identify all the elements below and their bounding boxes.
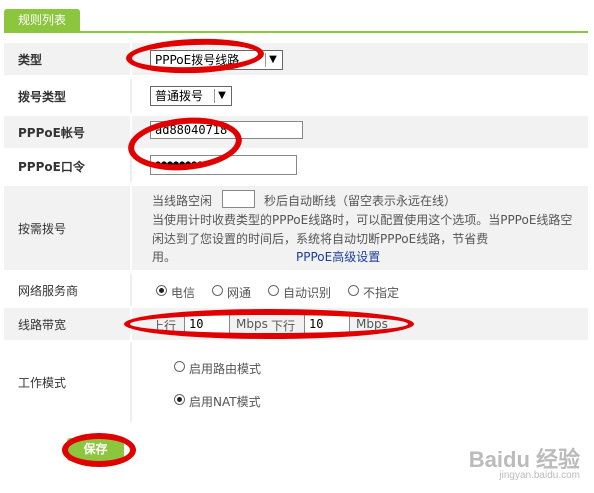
idle-suffix-text: 秒后自动断线（留空表示永远在线） [264, 194, 457, 208]
isp-radio-telecom[interactable] [156, 285, 167, 296]
row-dial-type: 拨号类型 普通拨号 ▼ [4, 79, 588, 113]
row-pppoe-account: PPPoE帐号 ad88040718 [4, 116, 588, 148]
isp-option-label: 不指定 [363, 286, 400, 300]
tab-rule-list[interactable]: 规则列表 [4, 9, 80, 32]
isp-option-label: 自动识别 [283, 286, 332, 300]
isp-label: 网络服务商 [18, 283, 79, 298]
row-divider [130, 116, 132, 148]
row-divider [130, 274, 132, 306]
isp-radio-none[interactable] [348, 285, 359, 296]
row-bandwidth: 线路带宽 上行 10 Mbps 下行 10 Mbps [4, 308, 588, 340]
downstream-label: 下行 [271, 319, 296, 333]
isp-option-label: 电信 [171, 286, 196, 300]
dial-type-label: 拨号类型 [18, 89, 67, 104]
watermark-url: jingyan.baidu.com [499, 470, 580, 481]
row-divider [130, 150, 132, 182]
row-isp: 网络服务商 电信 网通 自动识别 不指定 [4, 274, 588, 306]
row-type: 类型 PPPoE拨号线路 ▼ [4, 43, 588, 75]
idle-seconds-input[interactable] [222, 190, 255, 208]
row-pppoe-password: PPPoE口令 ●●●●●●●● [4, 150, 588, 182]
row-divider [130, 79, 132, 113]
downstream-input[interactable]: 10 [304, 314, 350, 334]
upstream-unit: Mbps [236, 317, 268, 331]
type-select[interactable]: PPPoE拨号线路 ▼ [150, 50, 283, 70]
row-divider [130, 43, 132, 75]
on-demand-desc-line-2: 闲达到了您设置的时间后，系统将自动切断PPPoE线路，节省费 [152, 232, 489, 246]
tab-underline [4, 31, 588, 33]
downstream-unit: Mbps [356, 317, 388, 331]
upstream-input[interactable]: 10 [184, 314, 230, 334]
isp-radio-netcom[interactable] [212, 285, 223, 296]
work-mode-option-label: 启用NAT模式 [189, 395, 261, 409]
isp-radio-auto[interactable] [268, 285, 279, 296]
dial-type-select[interactable]: 普通拨号 ▼ [150, 86, 232, 106]
type-label: 类型 [18, 52, 43, 67]
pppoe-account-label: PPPoE帐号 [18, 125, 85, 140]
pppoe-password-label: PPPoE口令 [18, 159, 85, 174]
idle-prefix-text: 当线路空闲 [152, 194, 213, 208]
isp-option-label: 网通 [227, 286, 252, 300]
row-divider [130, 308, 132, 340]
dial-type-select-value: 普通拨号 [155, 89, 204, 103]
work-mode-label: 工作模式 [18, 375, 67, 390]
pppoe-account-input[interactable]: ad88040718 [150, 121, 303, 139]
on-demand-label: 按需拨号 [18, 221, 67, 236]
on-demand-desc-line-1: 当使用计时收费类型的PPPoE线路时，可以配置使用这个选项。当PPPoE线路空 [152, 213, 573, 227]
chevron-down-icon: ▼ [265, 53, 280, 67]
row-on-demand-dial: 按需拨号 当线路空闲 秒后自动断线（留空表示永远在线） 当使用计时收费类型的PP… [4, 186, 588, 270]
work-mode-option-label: 启用路由模式 [189, 362, 262, 376]
on-demand-desc-line-3: 用。 [152, 250, 177, 264]
pppoe-advanced-settings-link[interactable]: PPPoE高级设置 [296, 248, 380, 265]
type-select-value: PPPoE拨号线路 [155, 53, 240, 67]
save-button[interactable]: 保存 [67, 438, 124, 461]
chevron-down-icon: ▼ [214, 89, 229, 103]
bandwidth-label: 线路带宽 [18, 317, 67, 332]
pppoe-password-input[interactable]: ●●●●●●●● [150, 155, 297, 175]
row-divider [130, 342, 132, 422]
row-work-mode: 工作模式 启用路由模式 启用NAT模式 [4, 342, 588, 422]
work-mode-radio-router[interactable] [174, 361, 185, 372]
row-divider [130, 186, 132, 270]
upstream-label: 上行 [152, 319, 177, 333]
work-mode-radio-nat[interactable] [174, 394, 185, 405]
